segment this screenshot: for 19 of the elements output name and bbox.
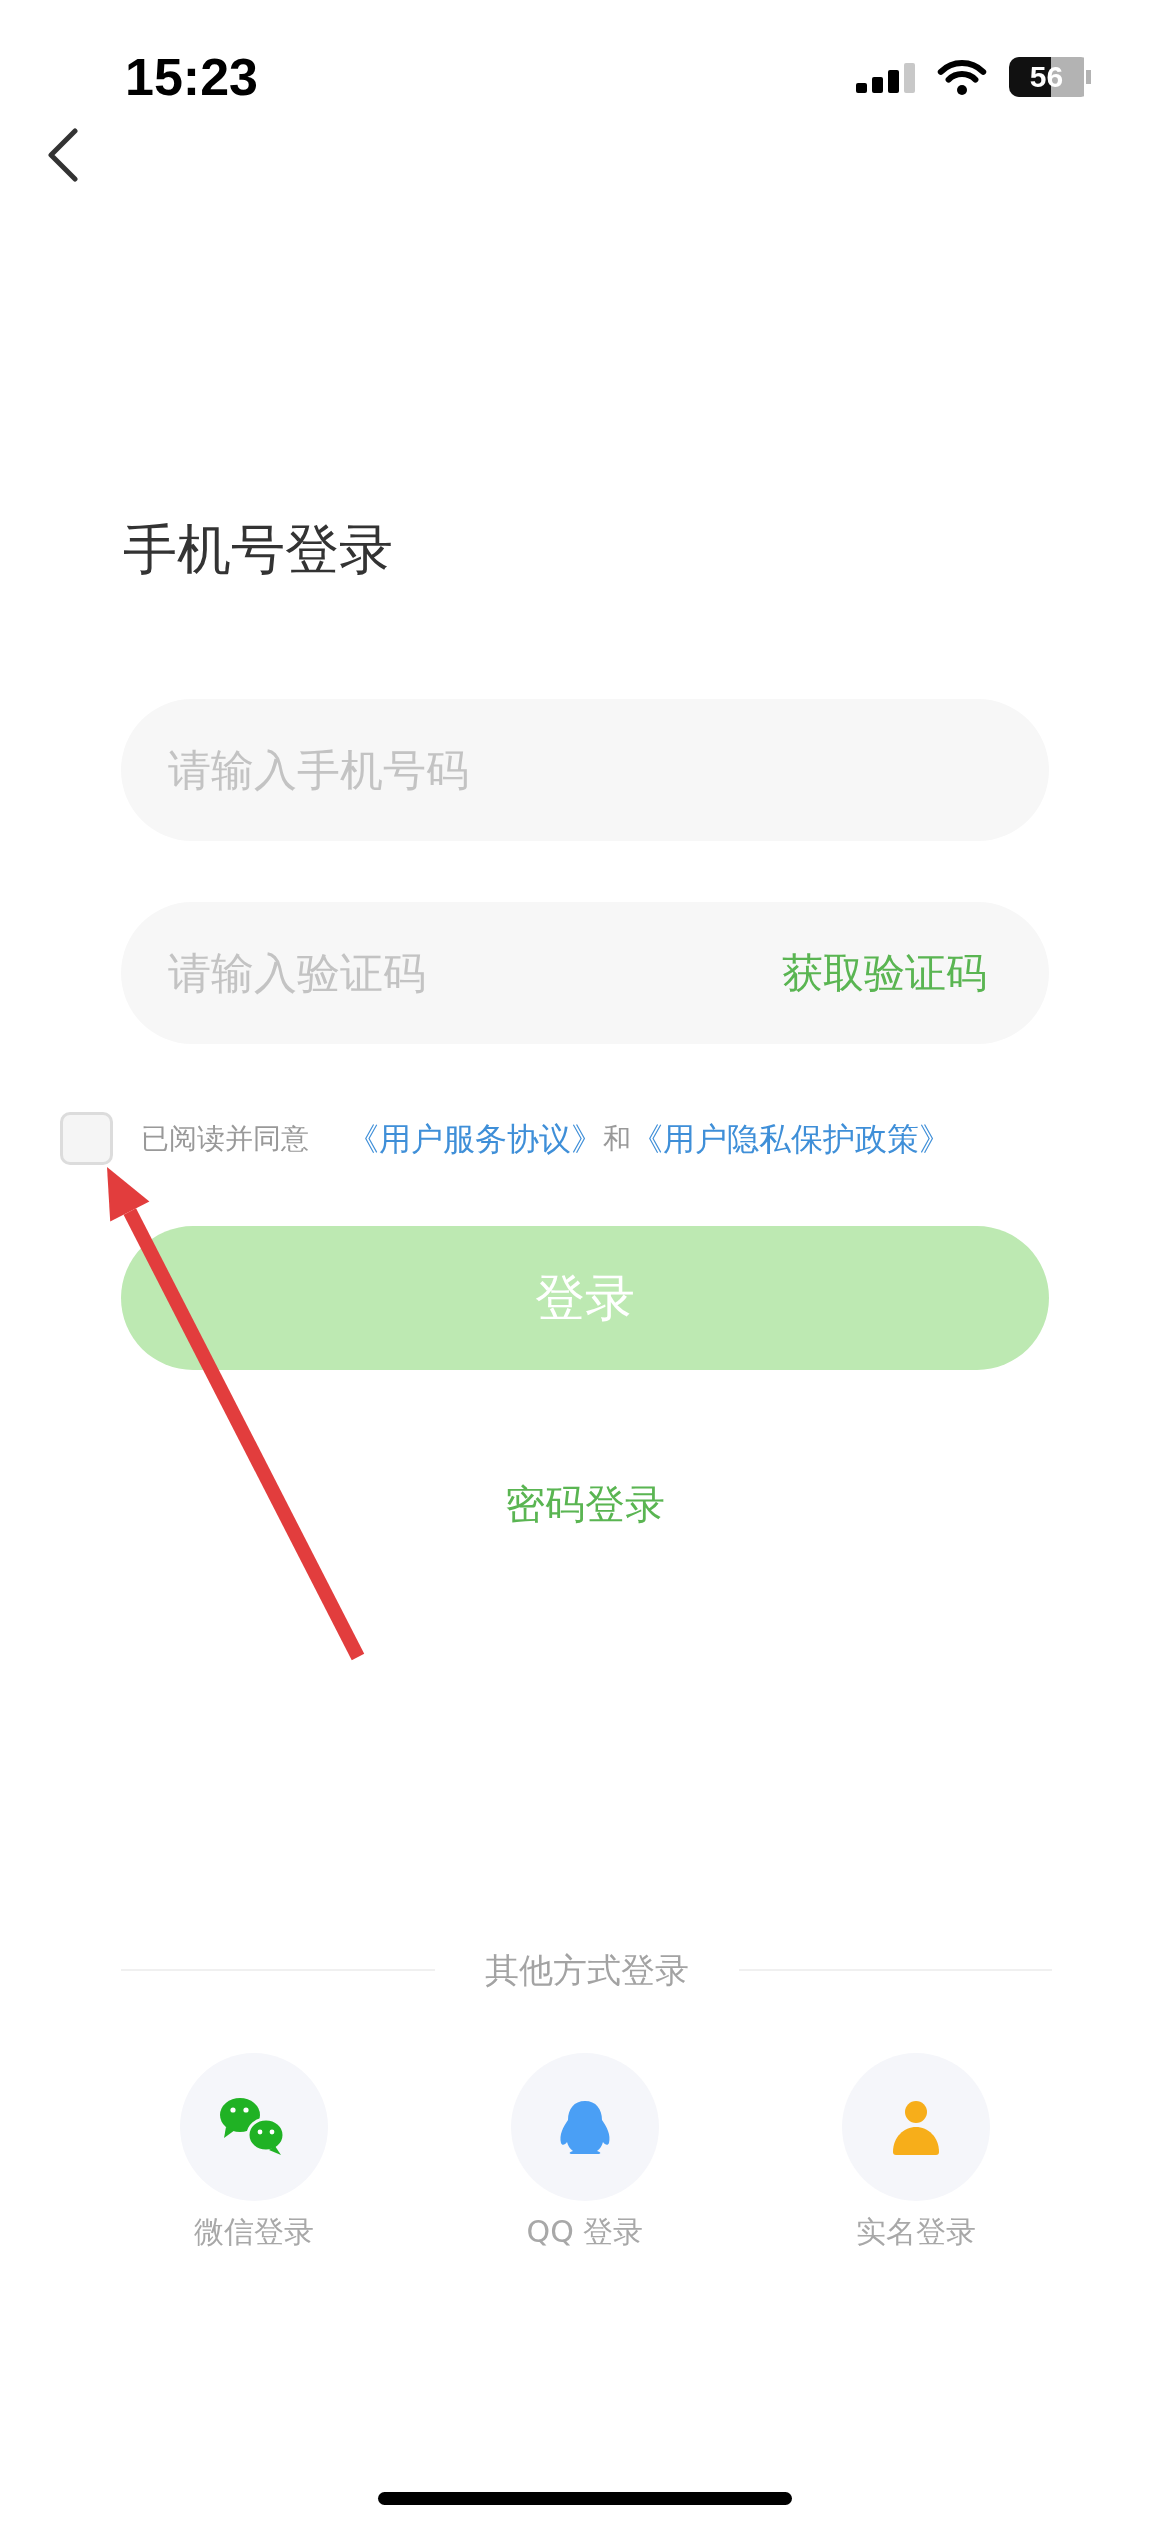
agreement-text: 已阅读并同意	[141, 1120, 309, 1157]
other-login-title: 其他方式登录	[484, 1949, 689, 1992]
policy-link[interactable]: 《用户服务协议》	[347, 1117, 603, 1160]
signal-icon	[856, 61, 915, 93]
person-icon	[842, 2053, 990, 2201]
page-title: 手机号登录	[123, 519, 393, 581]
wifi-icon	[936, 58, 988, 96]
status-time: 15:23	[125, 52, 258, 102]
wechat-login-button[interactable]: 微信登录	[180, 2053, 328, 2252]
chat-bubbles-icon	[180, 2053, 328, 2201]
policy-link[interactable]: 《用户隐私保护政策》	[631, 1117, 951, 1160]
real-name-login-button[interactable]: 实名登录	[842, 2053, 990, 2252]
penguin-icon	[511, 2053, 659, 2201]
get-code-button[interactable]: 获取验证码	[782, 948, 987, 998]
agreement-text: 和	[603, 1120, 631, 1157]
password-login-link[interactable]: 密码登录	[505, 1479, 665, 1529]
chevron-left-icon	[47, 128, 79, 182]
qq-login-button[interactable]: QQ 登录	[511, 2053, 659, 2252]
agreement-checkbox[interactable]	[60, 1112, 113, 1165]
